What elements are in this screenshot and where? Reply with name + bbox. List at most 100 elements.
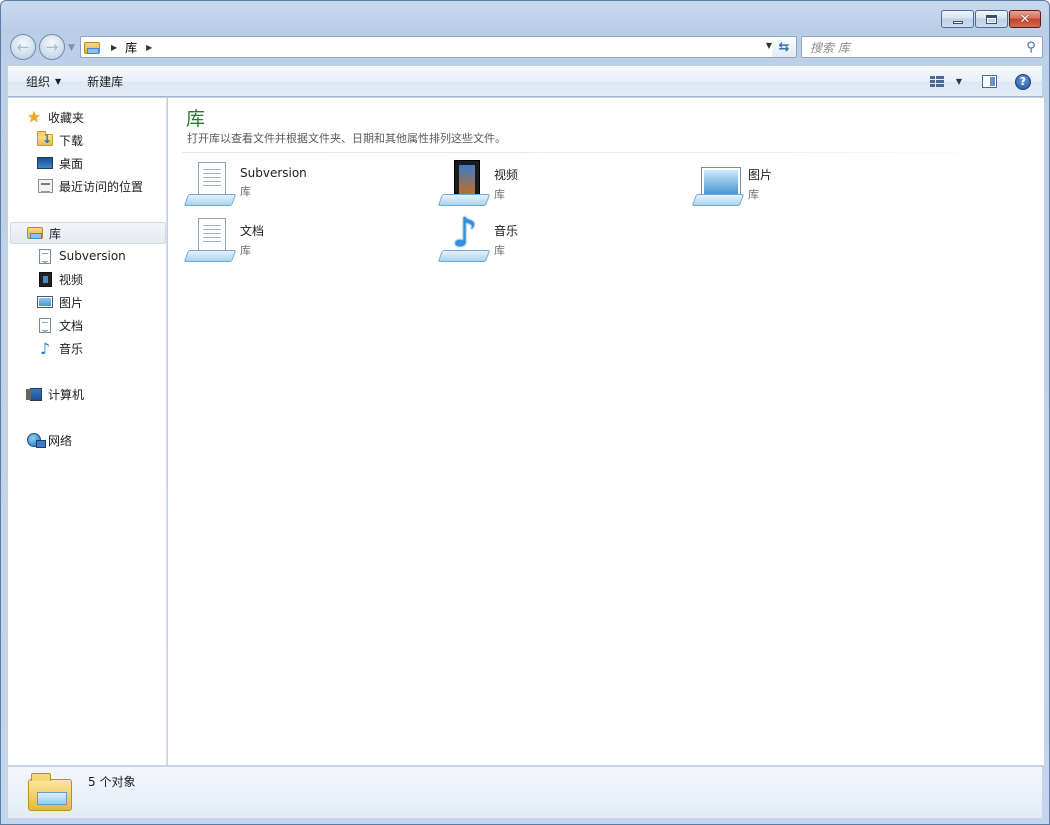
sidebar-item-network[interactable]: 网络	[26, 429, 72, 451]
back-button[interactable]: ←	[10, 34, 36, 60]
sidebar-item-label: 音乐	[59, 341, 84, 356]
help-icon: ?	[1015, 73, 1031, 90]
document-library-icon	[37, 248, 53, 264]
refresh-button[interactable]: ⇆	[772, 36, 797, 58]
close-button[interactable]: ✕	[1009, 10, 1041, 28]
organize-label: 组织	[26, 75, 51, 89]
sidebar-item-label: 计算机	[48, 387, 85, 402]
library-tile-pictures[interactable]: 图片 库	[691, 160, 934, 210]
maximize-icon	[986, 14, 997, 24]
sidebar-item-label: 库	[49, 226, 62, 241]
sidebar-item-recent-places[interactable]: 最近访问的位置	[37, 175, 143, 197]
close-icon: ✕	[1019, 11, 1031, 27]
breadcrumb-chevron-icon[interactable]: ▶	[146, 43, 152, 52]
tile-name: 文档	[240, 224, 265, 238]
sidebar-item-music[interactable]: ♪ 音乐	[37, 337, 83, 359]
document-icon	[37, 317, 53, 333]
music-icon: ♪	[39, 338, 51, 358]
search-input[interactable]: 搜索 库	[802, 39, 1020, 56]
sidebar-item-label: 网络	[48, 433, 73, 448]
sidebar-item-label: 最近访问的位置	[59, 179, 144, 194]
recent-pages-dropdown[interactable]: ▼	[68, 43, 75, 53]
sidebar-item-subversion[interactable]: Subversion	[37, 245, 126, 267]
download-folder-icon	[37, 131, 53, 148]
desktop-icon	[37, 155, 53, 171]
organize-menu[interactable]: 组织 ▼	[16, 67, 71, 96]
picture-icon	[37, 294, 53, 310]
tile-name: 音乐	[494, 224, 519, 238]
view-dropdown-button[interactable]: ▼	[952, 71, 966, 93]
tile-name: Subversion	[240, 166, 307, 180]
header-divider	[182, 152, 1030, 153]
breadcrumb-chevron-icon[interactable]: ▶	[111, 43, 117, 52]
tile-type: 库	[494, 188, 505, 201]
library-document-icon	[183, 160, 237, 208]
library-tile-subversion[interactable]: Subversion 库	[183, 160, 426, 210]
content-pane: 库 打开库以查看文件并根据文件夹、日期和其他属性排列这些文件。 Subversi…	[168, 98, 1044, 765]
item-count: 5 个对象	[88, 775, 136, 789]
explorer-window: ✕ ← → ▼ ▶ 库 ▶ ▼ ⇆ 搜索 库 ⚲ 组织 ▼ 新建库 ▼ ? ★ …	[0, 0, 1050, 825]
change-view-button[interactable]	[922, 71, 952, 93]
chevron-down-icon: ▼	[55, 77, 62, 86]
libraries-large-icon	[28, 771, 72, 813]
library-tile-music[interactable]: ♪ 音乐 库	[437, 210, 680, 266]
library-tile-documents[interactable]: 文档 库	[183, 216, 426, 266]
sidebar-item-videos[interactable]: 视频	[37, 268, 83, 290]
preview-pane-icon	[981, 75, 997, 88]
video-icon	[37, 271, 53, 287]
library-video-icon	[437, 160, 491, 208]
forward-arrow-icon: →	[45, 38, 59, 56]
sidebar-item-label: 收藏夹	[48, 110, 85, 125]
sidebar-item-pictures[interactable]: 图片	[37, 291, 83, 313]
sidebar-item-label: 图片	[59, 295, 84, 310]
tile-name: 视频	[494, 168, 519, 182]
tile-type: 库	[240, 185, 251, 198]
computer-icon	[26, 386, 42, 402]
library-document-icon	[183, 216, 237, 264]
details-pane: 5 个对象	[8, 766, 1042, 818]
address-bar[interactable]: ▶ 库 ▶ ▼	[80, 36, 777, 58]
new-library-label: 新建库	[87, 75, 124, 89]
search-icon[interactable]: ⚲	[1020, 40, 1042, 55]
minimize-button[interactable]	[941, 10, 974, 28]
libraries-icon	[27, 225, 43, 241]
sidebar-item-documents[interactable]: 文档	[37, 314, 83, 336]
library-music-icon: ♪	[437, 210, 491, 264]
tile-type: 库	[494, 244, 505, 257]
tile-name: 图片	[748, 168, 773, 182]
sidebar-item-label: 文档	[59, 318, 84, 333]
view-options-icon	[930, 76, 944, 87]
forward-button[interactable]: →	[39, 34, 65, 60]
navigation-bar: ← → ▼ ▶ 库 ▶ ▼ ⇆ 搜索 库 ⚲	[10, 34, 1043, 61]
tile-type: 库	[240, 244, 251, 257]
caption-buttons: ✕	[940, 10, 1041, 28]
library-picture-icon	[691, 160, 745, 208]
star-icon: ★	[27, 108, 41, 126]
sidebar-item-label: Subversion	[59, 249, 126, 263]
library-tile-videos[interactable]: 视频 库	[437, 160, 680, 210]
preview-pane-button[interactable]	[974, 71, 1004, 93]
sidebar-item-downloads[interactable]: 下载	[37, 129, 83, 151]
search-box[interactable]: 搜索 库 ⚲	[801, 36, 1043, 58]
sidebar-item-favorites[interactable]: ★ 收藏夹	[26, 106, 84, 128]
help-button[interactable]: ?	[1008, 71, 1038, 93]
breadcrumb-libraries[interactable]: 库	[125, 39, 137, 56]
network-icon	[26, 432, 46, 448]
minimize-icon	[952, 20, 963, 24]
libraries-icon	[84, 40, 102, 55]
chevron-down-icon: ▼	[955, 77, 963, 86]
navigation-pane: ★ 收藏夹 下载 桌面 最近访问的位置 库 Subversion 视频	[8, 98, 167, 765]
new-library-button[interactable]: 新建库	[77, 67, 133, 96]
sidebar-item-label: 视频	[59, 272, 84, 287]
sidebar-item-label: 桌面	[59, 156, 84, 171]
command-bar: 组织 ▼ 新建库 ▼ ?	[8, 66, 1042, 97]
sidebar-item-libraries[interactable]: 库	[10, 222, 166, 244]
sidebar-item-desktop[interactable]: 桌面	[37, 152, 83, 174]
sidebar-item-label: 下载	[59, 133, 84, 148]
page-description: 打开库以查看文件并根据文件夹、日期和其他属性排列这些文件。	[187, 132, 506, 145]
recent-places-icon	[37, 178, 53, 194]
page-title: 库	[186, 108, 206, 130]
sidebar-item-computer[interactable]: 计算机	[26, 383, 84, 405]
toolbar-right: ▼ ?	[922, 67, 1038, 96]
maximize-button[interactable]	[975, 10, 1008, 28]
